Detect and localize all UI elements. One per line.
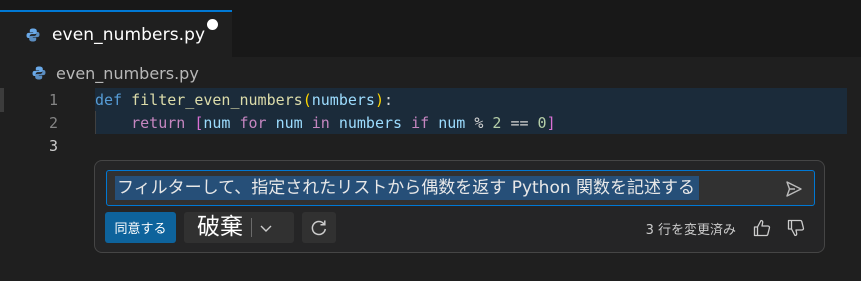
python-file-icon [26,28,40,41]
tab-even-numbers[interactable]: even_numbers.py [0,10,232,57]
regenerate-button[interactable] [302,212,336,243]
line-number: 1 [48,91,58,109]
line-number-active: 3 [48,137,58,155]
keyword: if [411,114,430,132]
inline-chat-widget: フィルターして、指定されたリストから偶数を返す Python 関数を記述する 同… [94,160,825,253]
keyword: for [239,114,267,132]
parameter: numbers [311,91,375,109]
breadcrumb-file[interactable]: even_numbers.py [56,64,199,83]
breadcrumb[interactable]: even_numbers.py [32,61,199,85]
variable: num [275,114,303,132]
code-line-1[interactable]: def filter_even_numbers(numbers): [95,88,393,112]
prompt-text[interactable]: フィルターして、指定されたリストから偶数を返す Python 関数を記述する [115,176,700,200]
thumbs-down-icon[interactable] [786,218,806,238]
prompt-input[interactable]: フィルターして、指定されたリストから偶数を返す Python 関数を記述する [106,170,815,206]
operator: % [474,114,484,132]
discard-button-group: 破棄 [184,212,294,243]
variable: num [438,114,466,132]
bracket: ) [374,91,384,109]
tab-title: even_numbers.py [52,24,206,45]
accept-button[interactable]: 同意する [105,212,176,243]
discard-button[interactable]: 破棄 [197,212,243,243]
refresh-icon [311,220,327,235]
bracket: ] [546,114,556,132]
number: 2 [492,114,502,132]
function-name: filter_even_numbers [131,91,303,109]
thumbs-up-icon[interactable] [752,218,772,238]
line-number: 2 [48,114,58,132]
button-separator [251,218,252,237]
send-icon[interactable] [784,179,804,199]
number: 0 [537,114,547,132]
keyword: def [95,91,123,109]
tab-bar: even_numbers.py [0,0,861,57]
variable: numbers [338,114,403,132]
operator: == [510,114,529,132]
keyword: return [131,114,186,132]
python-file-icon [32,66,46,80]
bracket: ( [302,91,312,109]
keyword: in [311,114,330,132]
chevron-down-icon[interactable] [258,220,274,236]
variable: num [203,114,231,132]
unsaved-indicator[interactable] [207,19,218,30]
colon: : [384,91,394,109]
code-line-2[interactable]: return [num for num in numbers if num % … [95,111,556,135]
changes-status: 3 行を変更済み [645,223,736,238]
